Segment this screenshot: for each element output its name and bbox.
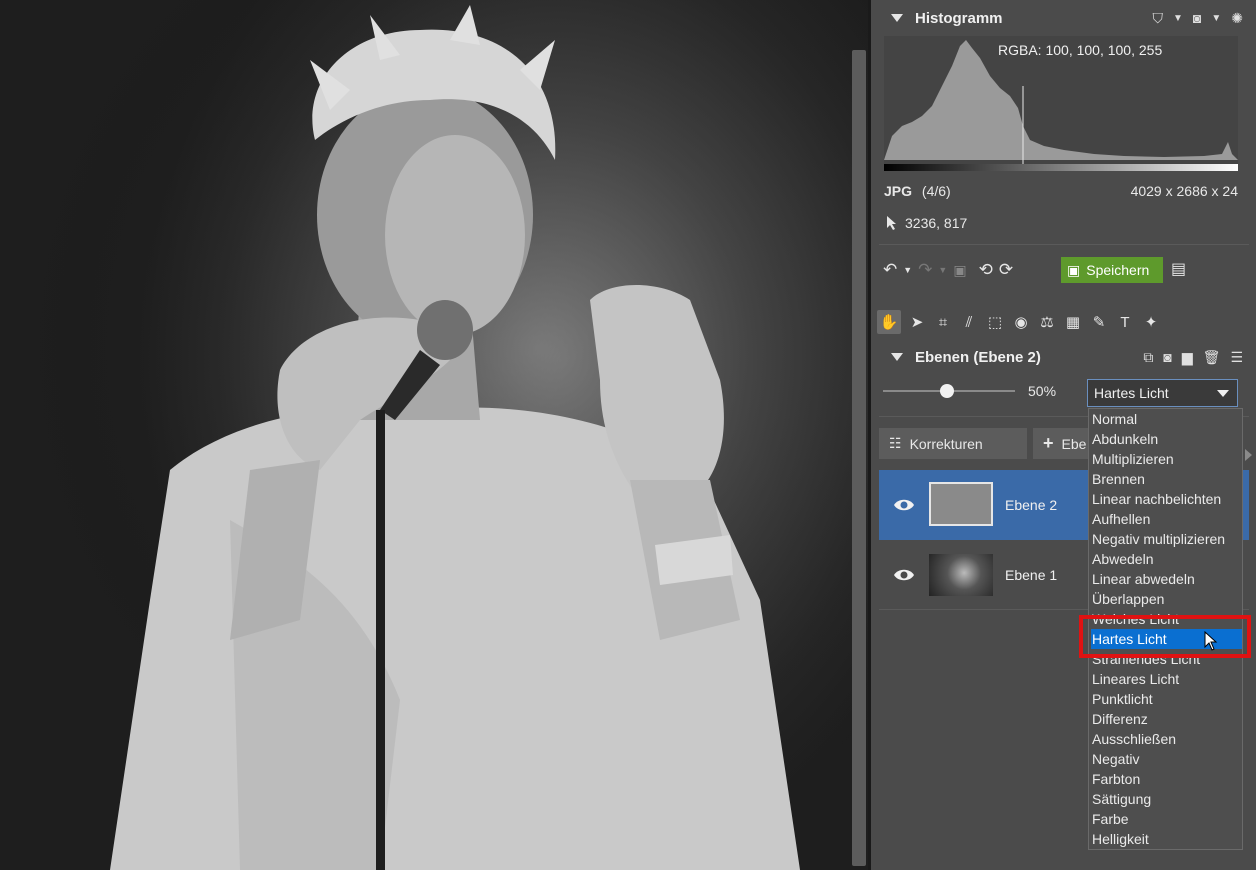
blend-option[interactable]: Brennen — [1091, 469, 1242, 489]
trash-icon[interactable]: 🗑 — [1203, 349, 1221, 366]
opacity-slider-thumb[interactable] — [940, 384, 954, 398]
save-button-label: Speichern — [1086, 262, 1150, 278]
mouse-cursor-icon — [1204, 631, 1218, 651]
chevron-down-icon — [1217, 390, 1229, 397]
gear-icon[interactable]: ✺ — [1231, 10, 1243, 27]
red-eye-tool-icon[interactable]: ◉ — [1011, 310, 1031, 334]
layer-thumbnail — [929, 554, 993, 596]
effects-tool-icon[interactable]: ✦ — [1141, 310, 1161, 334]
add-layer-label: Ebe — [1061, 435, 1087, 452]
corrections-icon: ☷ — [889, 435, 902, 451]
layer-mask-icon[interactable]: ◙ — [1163, 349, 1171, 365]
blend-option[interactable]: Linear abwedeln — [1091, 569, 1242, 589]
cursor-coordinates: 3236, 817 — [887, 215, 967, 231]
add-layer-button[interactable]: + Ebe — [1033, 428, 1093, 459]
brush-tool-icon[interactable]: ✎ — [1089, 310, 1109, 334]
duplicate-layer-icon[interactable]: ⧉ — [1143, 349, 1153, 366]
edit-toolbar: ↶ ▼ ↷ ▼ ▣ ⟲ ⟳ — [883, 256, 1013, 284]
hand-tool-icon[interactable]: ✋ — [877, 310, 901, 334]
corrections-label: Korrekturen — [909, 435, 983, 452]
blend-option[interactable]: Normal — [1091, 409, 1242, 429]
mask-icon[interactable]: ◙ — [1193, 10, 1201, 26]
clone-tool-icon[interactable]: ▦ — [1063, 310, 1083, 334]
perspective-tool-icon[interactable]: ⫽ — [959, 310, 979, 334]
blend-option[interactable]: Überlappen — [1091, 589, 1242, 609]
image-dimensions: 4029 x 2686 x 24 — [1130, 183, 1238, 199]
rotate-right-icon[interactable]: ⟳ — [999, 260, 1013, 280]
file-format: JPG — [884, 183, 913, 199]
blend-option[interactable]: Aufhellen — [1091, 509, 1242, 529]
blend-option[interactable]: Negativ multiplizieren — [1091, 529, 1242, 549]
crop-tool-icon[interactable]: ⌗ — [933, 310, 953, 334]
redo-icon[interactable]: ↷ — [918, 260, 932, 280]
tool-bar: ✋ ➤ ⌗ ⫽ ⬚ ◉ ⚖ ▦ ✎ T ✦ — [877, 308, 1161, 336]
save-as-icon[interactable]: ▤ — [1171, 259, 1186, 279]
coords-value: 3236, 817 — [905, 215, 968, 231]
plus-icon: + — [1043, 433, 1054, 453]
blend-option[interactable]: Multiplizieren — [1091, 449, 1242, 469]
straighten-tool-icon[interactable]: ⚖ — [1037, 310, 1057, 334]
save-button[interactable]: ▣ Speichern — [1061, 257, 1163, 283]
photo-canvas[interactable] — [0, 0, 868, 870]
chevron-down-icon[interactable]: ▼ — [938, 265, 947, 275]
annotation-highlight-box — [1079, 615, 1251, 658]
rotate-left-icon[interactable]: ⟲ — [979, 260, 993, 280]
blend-option[interactable]: Sättigung — [1091, 789, 1242, 809]
file-index: (4/6) — [921, 183, 951, 199]
collapse-triangle-icon[interactable] — [891, 14, 903, 22]
blend-option[interactable]: Differenz — [1091, 709, 1242, 729]
blend-option[interactable]: Punktlicht — [1091, 689, 1242, 709]
menu-icon[interactable]: ☰ — [1230, 349, 1243, 366]
blend-option[interactable]: Linear nachbelichten — [1091, 489, 1242, 509]
corrections-button[interactable]: ☷ Korrekturen — [879, 428, 1027, 459]
histogram-mode-icon[interactable]: ⛉ — [1152, 10, 1163, 27]
visibility-eye-icon[interactable] — [893, 494, 915, 516]
expand-arrow-icon[interactable] — [1245, 449, 1252, 461]
blend-option[interactable]: Abdunkeln — [1091, 429, 1242, 449]
rgba-readout: RGBA: 100, 100, 100, 255 — [998, 42, 1163, 58]
file-info: JPG (4/6) — [884, 183, 951, 199]
blend-option[interactable]: Farbton — [1091, 769, 1242, 789]
folder-icon[interactable]: ▆ — [1182, 349, 1193, 366]
layers-header[interactable]: Ebenen (Ebene 2) ⧉ ◙ ▆ 🗑 ☰ — [879, 341, 1249, 373]
blend-mode-value: Hartes Licht — [1094, 385, 1169, 401]
chevron-down-icon[interactable]: ▼ — [1173, 13, 1183, 24]
histogram-header[interactable]: Histogramm ⛉ ▼ ◙ ▼ ✺ — [879, 2, 1249, 34]
visibility-eye-icon[interactable] — [893, 564, 915, 586]
text-tool-icon[interactable]: T — [1115, 310, 1135, 334]
layer-name[interactable]: Ebene 1 — [1005, 567, 1057, 583]
chevron-down-icon[interactable]: ▼ — [1211, 13, 1221, 24]
chevron-down-icon[interactable]: ▼ — [903, 265, 912, 275]
layer-thumbnail — [929, 482, 993, 526]
layer-name[interactable]: Ebene 2 — [1005, 497, 1057, 513]
blend-option[interactable]: Ausschließen — [1091, 729, 1242, 749]
save-icon: ▣ — [1067, 261, 1081, 278]
blend-option[interactable]: Negativ — [1091, 749, 1242, 769]
pointer-icon — [887, 216, 896, 230]
image-history-icon[interactable]: ▣ — [953, 262, 966, 279]
blend-option[interactable]: Abwedeln — [1091, 549, 1242, 569]
blend-option[interactable]: Helligkeit — [1091, 829, 1242, 849]
blend-option[interactable]: Lineares Licht — [1091, 669, 1242, 689]
collapse-triangle-icon[interactable] — [891, 353, 903, 361]
divider — [879, 244, 1249, 245]
layers-title: Ebenen (Ebene 2) — [915, 348, 1041, 366]
selection-tool-icon[interactable]: ⬚ — [985, 310, 1005, 334]
opacity-value: 50% — [1028, 383, 1057, 399]
undo-icon[interactable]: ↶ — [883, 260, 897, 280]
select-tool-icon[interactable]: ➤ — [907, 310, 927, 334]
blend-option[interactable]: Farbe — [1091, 809, 1242, 829]
vertical-scrollbar[interactable] — [852, 50, 866, 866]
blend-mode-select[interactable]: Hartes Licht — [1087, 379, 1238, 407]
histogram-title: Histogramm — [915, 9, 1003, 27]
